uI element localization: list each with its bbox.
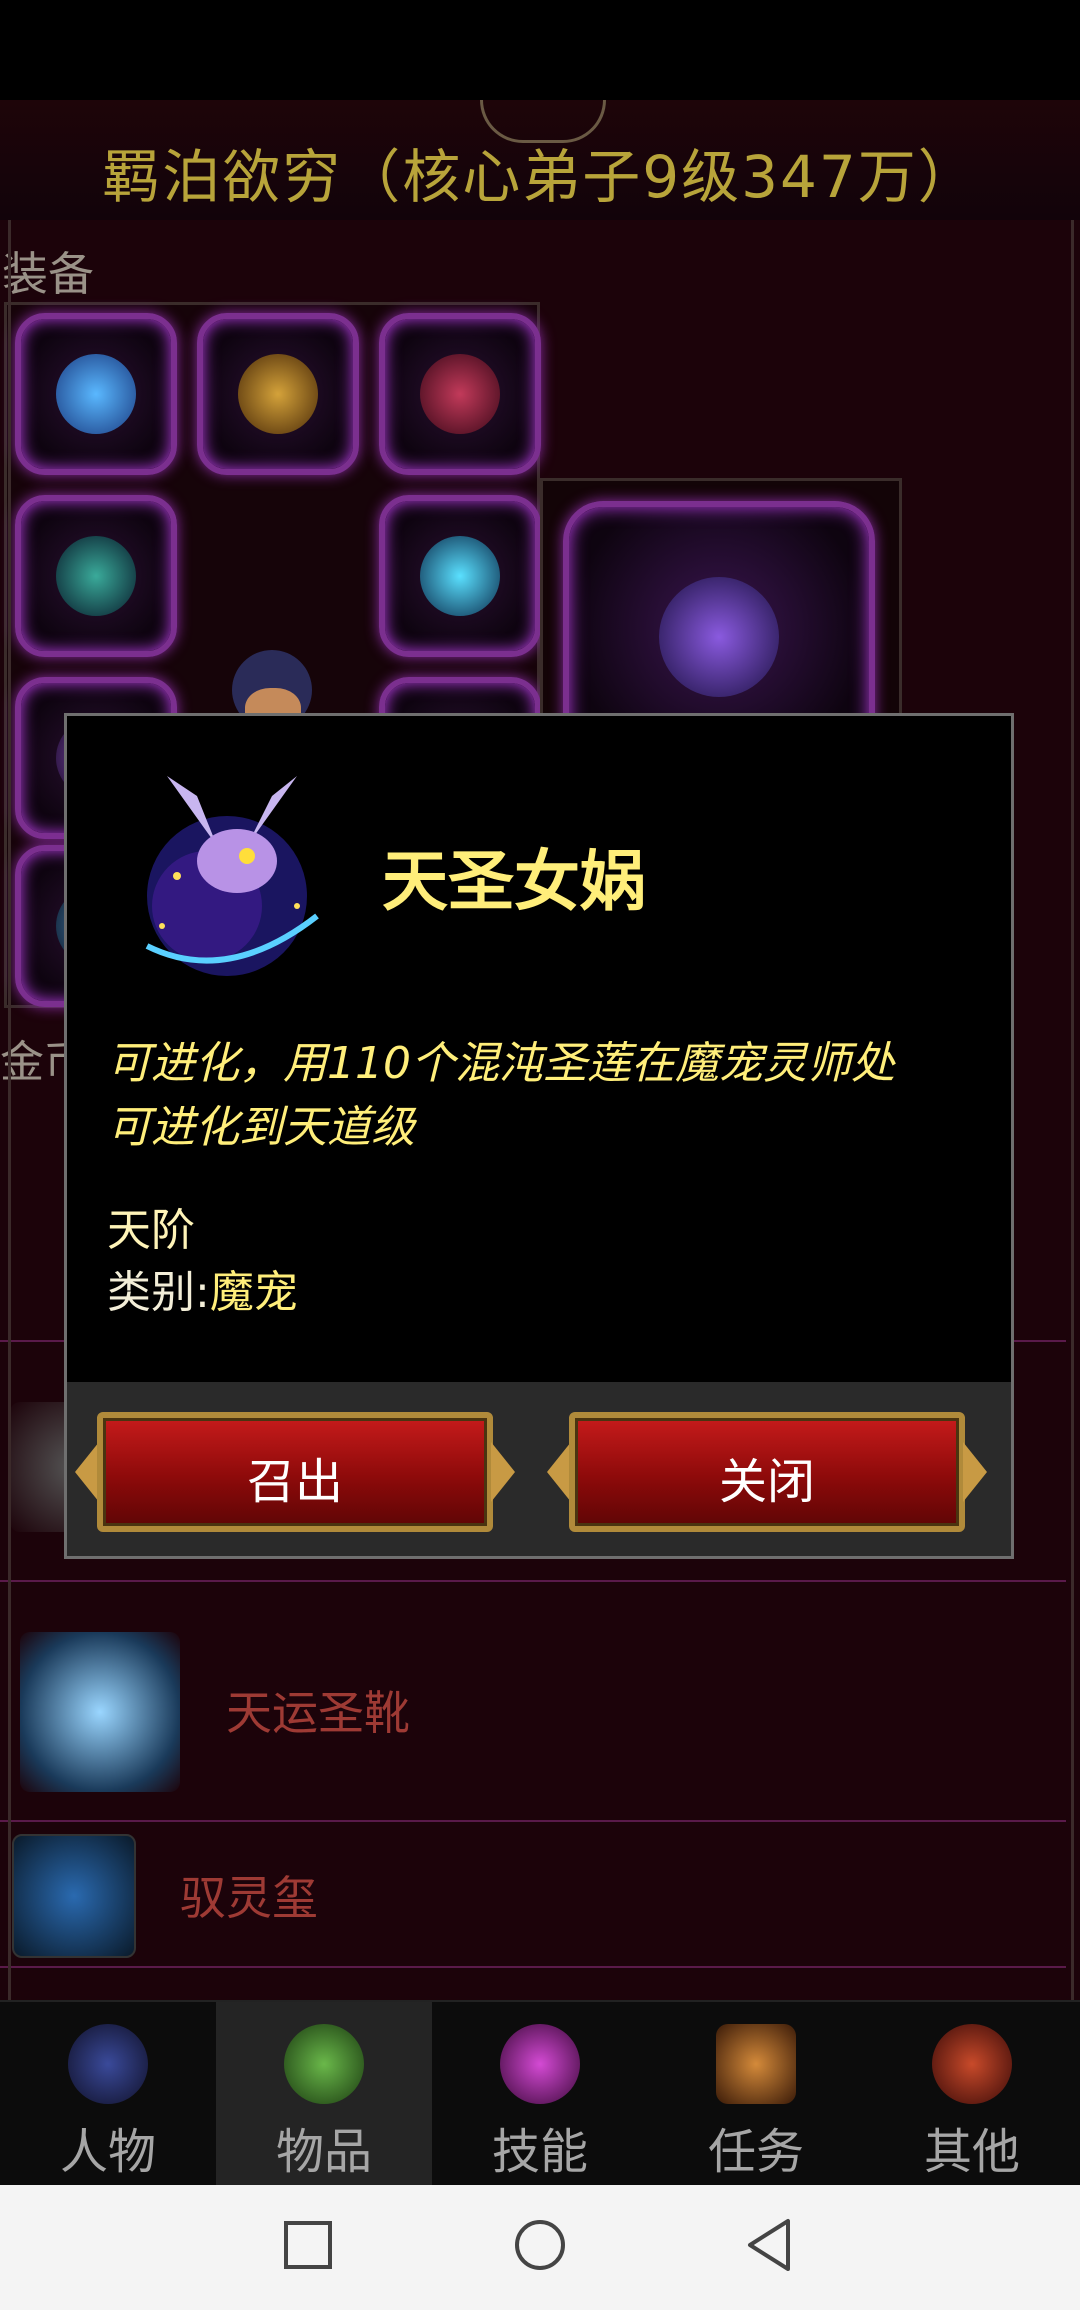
tab-character[interactable]: 人物 (0, 2002, 216, 2187)
item-detail-dialog: 天圣女娲 可进化，用110个混沌圣莲在魔宠灵师处 可进化到天道级 天阶 类别:魔… (64, 713, 1014, 1559)
weapon-icon (420, 536, 500, 616)
tab-other[interactable]: 其他 (864, 2002, 1080, 2187)
armor-icon (238, 354, 318, 434)
recent-apps-icon[interactable] (278, 2215, 338, 2275)
dialog-button-bar: 召出 关闭 (67, 1382, 1011, 1556)
equip-slot-cape[interactable] (379, 313, 541, 475)
tab-skills[interactable]: 技能 (432, 2002, 648, 2187)
close-button[interactable]: 关闭 (547, 1412, 987, 1532)
summon-button[interactable]: 召出 (75, 1412, 515, 1532)
cape-icon (420, 354, 500, 434)
home-icon[interactable] (510, 2215, 570, 2275)
dialog-pet-name: 天圣女娲 (382, 843, 646, 920)
tab-label: 人物 (59, 2124, 156, 2180)
dialog-rank: 天阶 (107, 1205, 195, 1256)
helmet-icon (56, 354, 136, 434)
list-item-name: 天运圣靴 (226, 1686, 410, 1740)
dialog-category: 类别:魔宠 (107, 1256, 298, 1320)
header: 羁泊欲穷（核心弟子9级347万） (0, 100, 1080, 223)
equip-slot-helmet[interactable] (15, 313, 177, 475)
pet-icon (659, 577, 779, 697)
bottom-tab-bar: 人物 物品 技能 任务 其他 (0, 2000, 1080, 2187)
tab-items[interactable]: 物品 (216, 2002, 432, 2187)
boots-item-icon (20, 1632, 180, 1792)
category-key: 类别: (107, 1267, 210, 1318)
tab-label: 物品 (275, 2124, 372, 2180)
system-nav-bar (0, 2185, 1080, 2310)
page-title: 羁泊欲穷（核心弟子9级347万） (102, 143, 978, 211)
list-item-name: 驭灵玺 (180, 1871, 318, 1925)
equipment-section-label: 装备 (2, 247, 94, 301)
tab-label: 任务 (707, 2124, 804, 2180)
description-line-2: 可进化到天道级 (107, 1102, 415, 1153)
list-item[interactable]: 驭灵玺 (0, 1820, 1066, 1968)
necklace-icon (56, 536, 136, 616)
tab-tasks[interactable]: 任务 (648, 2002, 864, 2187)
dialog-description: 可进化，用110个混沌圣莲在魔宠灵师处 可进化到天道级 (107, 1032, 987, 1160)
summon-button-label: 召出 (246, 1454, 343, 1510)
pet-portrait-icon (145, 776, 319, 976)
items-icon (284, 2024, 364, 2104)
tasks-icon (716, 2024, 796, 2104)
equip-slot-armor[interactable] (197, 313, 359, 475)
seal-item-icon (12, 1834, 136, 1958)
list-item[interactable]: 天运圣靴 (0, 1580, 1066, 1822)
other-icon (932, 2024, 1012, 2104)
skills-icon (500, 2024, 580, 2104)
category-value: 魔宠 (209, 1267, 298, 1318)
equip-slot-necklace[interactable] (15, 495, 177, 657)
tab-label: 技能 (491, 2124, 588, 2180)
description-line-1: 可进化，用110个混沌圣莲在魔宠灵师处 (107, 1038, 895, 1089)
list-item[interactable] (0, 1966, 1066, 2000)
tab-label: 其他 (923, 2124, 1020, 2180)
status-bar (0, 0, 1080, 100)
equip-slot-weapon[interactable] (379, 495, 541, 657)
character-icon (68, 2024, 148, 2104)
back-icon[interactable] (742, 2215, 802, 2275)
close-button-label: 关闭 (718, 1454, 815, 1510)
